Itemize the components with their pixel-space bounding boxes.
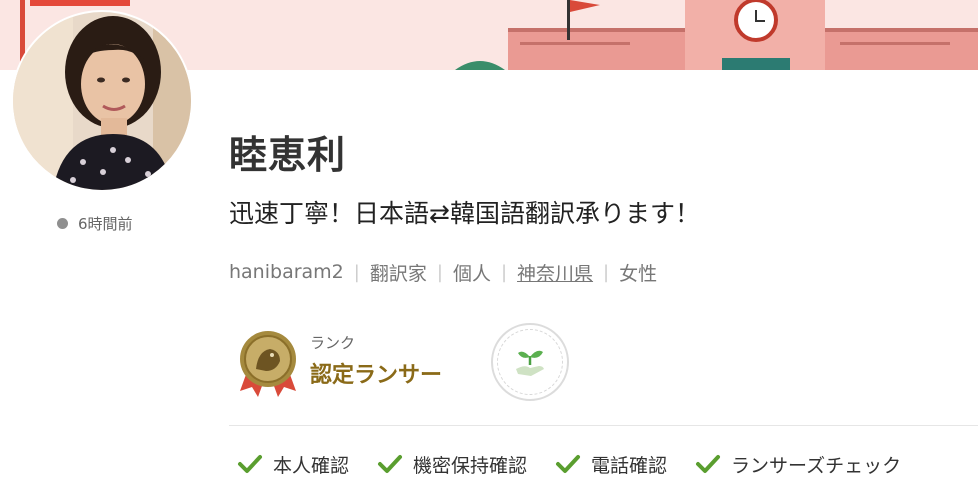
check-icon — [378, 455, 403, 473]
profile-name: 睦恵利 — [229, 133, 347, 177]
verification-list: 本人確認 機密保持確認 電話確認 ランサーズチェック — [237, 449, 929, 479]
meta-username: hanibaram2 — [229, 261, 344, 283]
sprout-icon — [516, 350, 544, 376]
check-icon — [696, 455, 721, 473]
avatar — [13, 12, 191, 190]
sprout-badge-inner — [497, 329, 563, 395]
meta-occupation: 翻訳家 — [369, 262, 427, 285]
last-login-text: 6時間前 — [78, 214, 133, 233]
rank-block[interactable]: ランク 認定ランサー — [238, 328, 442, 400]
avatar-photo — [13, 12, 191, 190]
profile-catchphrase: 迅速丁寧！日本語⇄韓国語翻訳承ります！ — [229, 199, 700, 228]
rank-caption: ランク — [310, 333, 356, 352]
status-dot-icon — [57, 217, 68, 229]
check-icon — [238, 455, 262, 473]
meta-prefecture-link[interactable]: 神奈川県 — [507, 259, 603, 286]
last-login: 6時間前 — [57, 212, 133, 234]
meta-gender: 女性 — [619, 262, 658, 285]
verification-item: 電話確認 — [555, 451, 667, 478]
verification-item: 機密保持確認 — [377, 451, 527, 478]
verification-label: 機密保持確認 — [413, 454, 528, 477]
meta-type: 個人 — [452, 262, 491, 285]
sprout-badge-icon[interactable] — [491, 323, 569, 401]
verification-label: 本人確認 — [273, 454, 350, 477]
rank-medal-icon — [240, 331, 296, 397]
verification-item: 本人確認 — [237, 451, 349, 478]
verification-label: ランサーズチェック — [731, 454, 902, 477]
divider — [229, 425, 978, 426]
rank-name: 認定ランサー — [310, 362, 443, 388]
verification-label: 電話確認 — [591, 454, 668, 477]
verification-item: ランサーズチェック — [695, 451, 901, 478]
profile-meta: hanibaram2 | 翻訳家 | 個人 | 神奈川県 | 女性 — [229, 258, 667, 286]
check-icon — [556, 455, 581, 473]
